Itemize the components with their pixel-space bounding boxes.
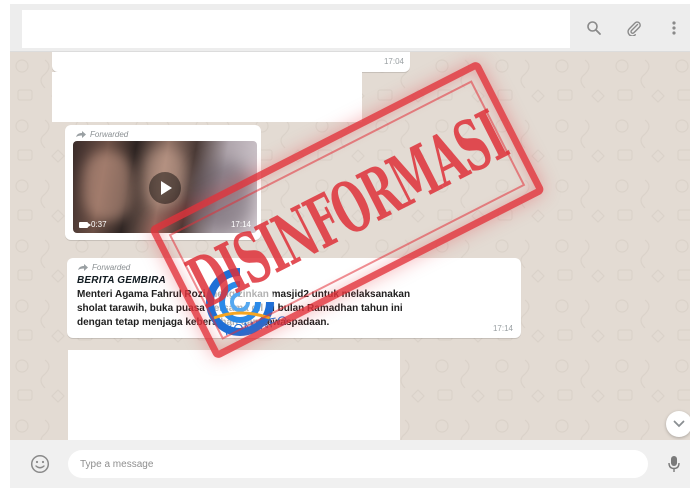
forwarded-label: Forwarded xyxy=(77,263,130,272)
scroll-down-button[interactable] xyxy=(666,411,690,437)
forwarded-label: Forwarded xyxy=(75,130,128,139)
forwarded-text: Forwarded xyxy=(90,130,129,139)
contact-info-redacted[interactable] xyxy=(22,10,570,48)
emoji-icon[interactable] xyxy=(28,452,52,476)
message-title: BERITA GEMBIRA xyxy=(77,275,166,286)
video-camera-icon xyxy=(79,221,91,228)
redacted-message-content xyxy=(52,72,362,122)
message-composer xyxy=(10,440,690,488)
attach-icon[interactable] xyxy=(622,16,646,40)
forward-icon xyxy=(78,264,88,271)
message-list[interactable]: 17:04 Forwarded 0:37 17:14 Forwarded BER… xyxy=(10,52,690,440)
video-duration: 0:37 xyxy=(79,220,107,229)
message-bubble-1[interactable]: 17:04 xyxy=(52,52,410,72)
redacted-message-content xyxy=(68,422,314,440)
message-input[interactable] xyxy=(68,450,648,478)
search-icon[interactable] xyxy=(582,16,606,40)
video-duration-text: 0:37 xyxy=(91,220,107,229)
message-time: 17:04 xyxy=(383,57,404,66)
chat-header xyxy=(10,4,690,52)
forwarded-text: Forwarded xyxy=(92,263,131,272)
menu-icon[interactable] xyxy=(662,16,686,40)
chevron-down-icon xyxy=(673,420,685,428)
forward-icon xyxy=(76,131,86,138)
chat-window: 17:04 Forwarded 0:37 17:14 Forwarded BER… xyxy=(10,4,690,488)
play-icon[interactable] xyxy=(149,172,181,204)
mic-icon[interactable] xyxy=(664,452,684,476)
message-time: 17:14 xyxy=(492,324,513,333)
